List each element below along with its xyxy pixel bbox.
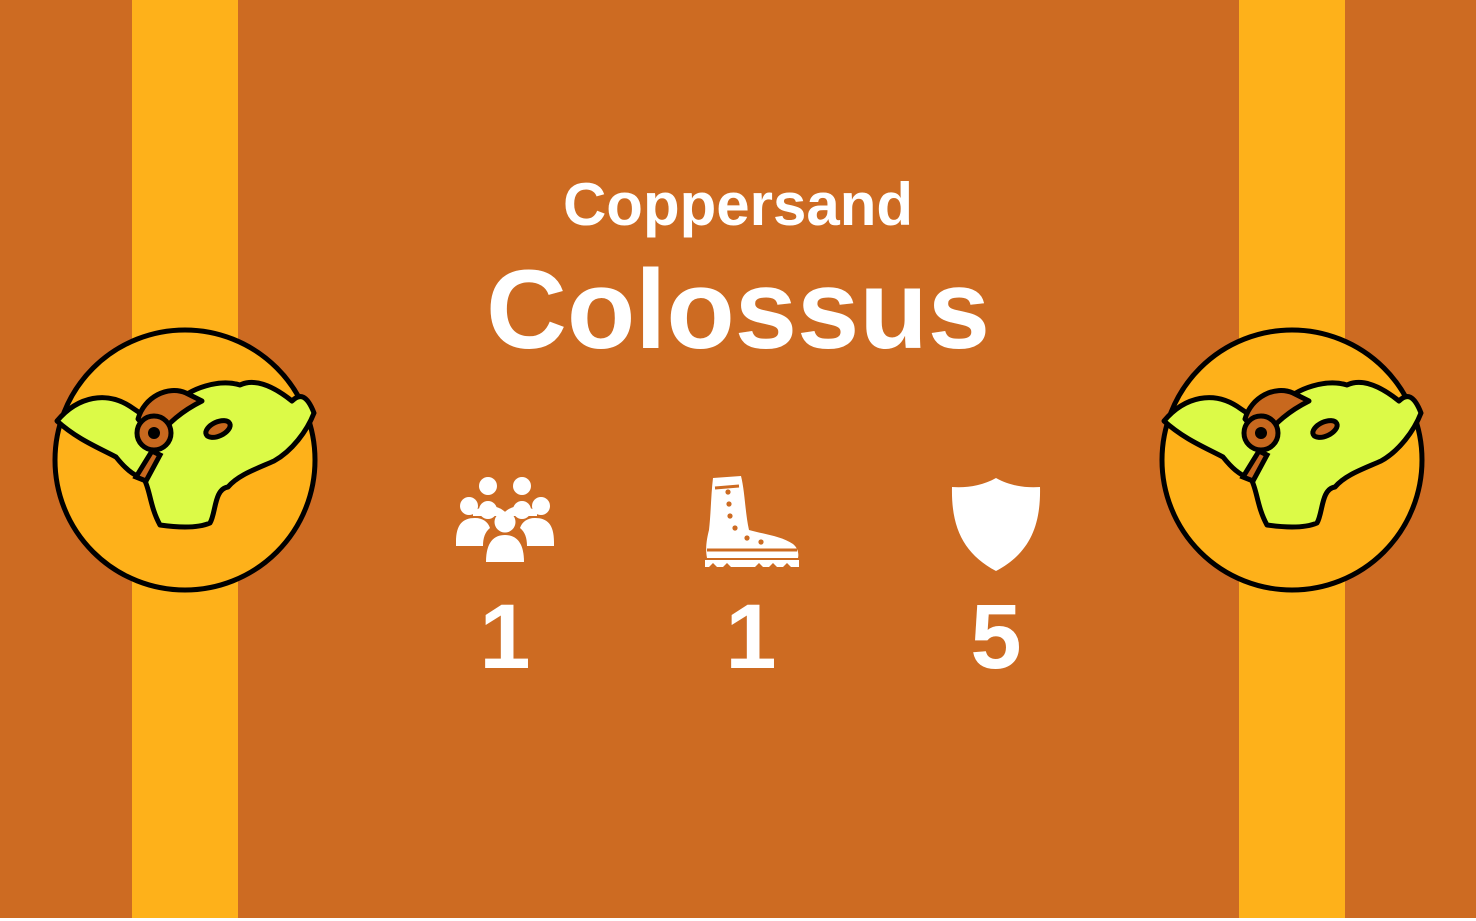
defense-value: 5	[970, 586, 1022, 688]
boot-icon	[701, 472, 801, 572]
people-group-icon	[455, 472, 555, 572]
movement-value: 1	[725, 586, 777, 688]
unit-faction-subtitle: Coppersand	[562, 171, 914, 238]
population-value: 1	[479, 586, 531, 688]
unit-name-title: Colossus	[485, 247, 991, 372]
unit-card: Coppersand Colossus 1 1 5	[0, 0, 1476, 918]
shield-icon	[946, 472, 1046, 572]
